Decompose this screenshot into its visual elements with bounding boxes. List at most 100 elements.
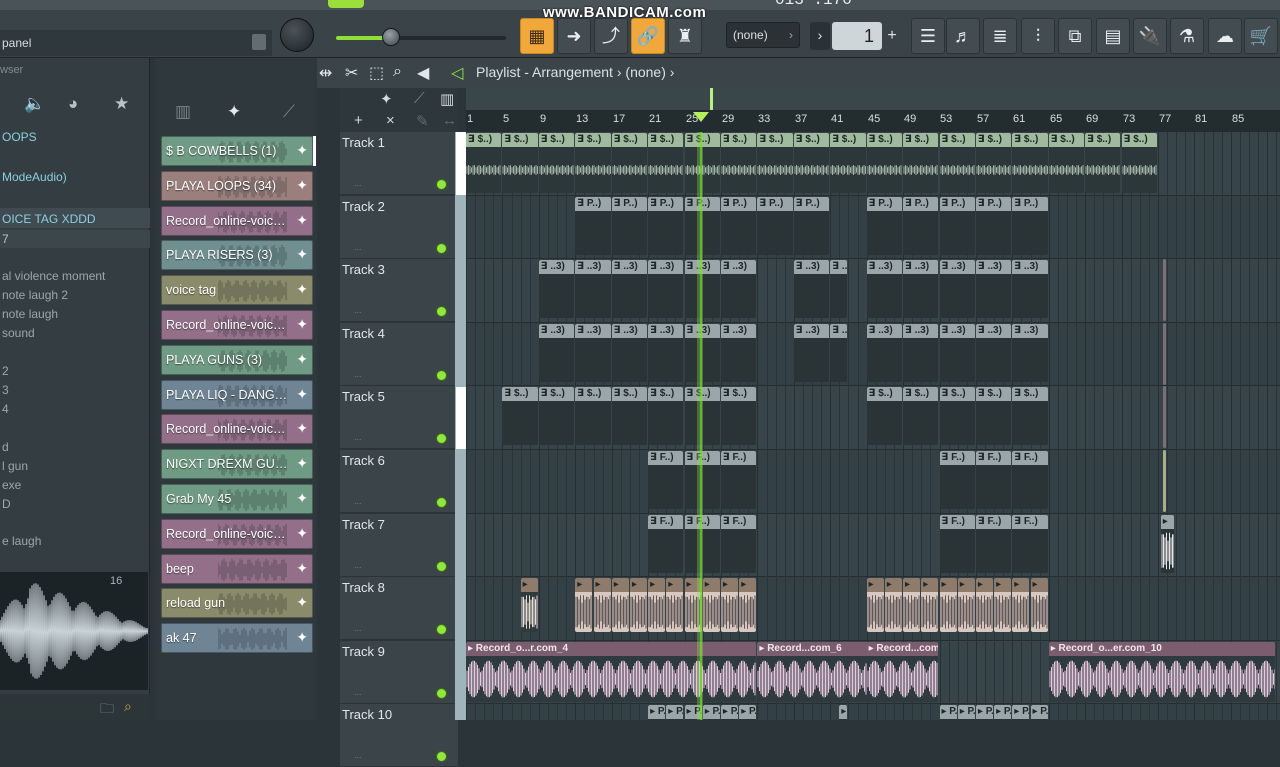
playlist-clip[interactable]: ▸ [575,578,593,633]
add-track-icon[interactable]: + [354,112,363,129]
playlist-clip[interactable]: ∃ $..) [757,133,793,193]
close-icon[interactable]: × [386,112,395,129]
playlist-clip[interactable]: ▸ Record...com_6 [866,641,939,702]
track-header[interactable]: Track 5... [340,386,458,449]
playlist-clip[interactable]: ▸ [939,578,957,633]
track-header[interactable]: Track 4... [340,323,458,386]
cart-icon[interactable]: 🛒 [1244,18,1278,54]
playlist-clip[interactable]: ∃ $..) [502,133,538,193]
playlist-clip[interactable] [1162,450,1166,512]
track-menu-dots[interactable]: ... [354,242,362,252]
track-menu-dots[interactable]: ... [354,305,362,315]
playlist-clip[interactable]: ∃ ..3) [830,260,848,319]
picker-clip-item[interactable]: voice tag ✦ [161,275,313,305]
project-icon[interactable]: ▤ [1096,18,1130,54]
track-header[interactable]: Track 3... [340,259,458,322]
browser-item[interactable]: d [2,440,9,454]
picker-clip-item[interactable]: PLAYA LOOPS (34) ✦ [161,171,313,201]
pattern-number-input[interactable]: 1 [832,22,882,50]
browser-item[interactable]: e laugh [2,534,41,548]
playlist-clip[interactable]: ∃ $..) [611,133,648,193]
playlist-clip[interactable]: ∃ P..) [975,196,1012,255]
playlist-clip[interactable]: ∃ F..) [975,451,1012,509]
browser-item[interactable]: 3 [2,383,9,397]
playlist-clip[interactable] [1162,322,1166,385]
playlist-clip[interactable]: ∃ $..) [720,133,757,193]
channel-rack-icon[interactable]: ≣ [983,18,1017,54]
song-mode-toggle[interactable] [328,0,364,8]
playlist-clip[interactable]: ∃ $..) [466,133,502,193]
playlist-clip[interactable]: ∃ ..3) [975,260,1012,319]
playlist-clip[interactable]: ▸ [975,578,994,633]
playlist-clip[interactable]: ▸ Record_o...r.com_4 [466,641,757,702]
track-mute-led[interactable] [436,624,447,635]
playlist-clip[interactable]: ∃ $..) [830,133,866,193]
playlist-clip[interactable]: ∃ $..) [903,387,939,446]
track-menu-dots[interactable]: ... [354,750,362,760]
track-header[interactable]: Track 2... [340,196,458,259]
resize-icon[interactable]: ↔ [442,112,457,129]
playlist-grid[interactable]: ∃ $..) ∃ $..) ∃ $..) ∃ $..) ∃ $..) ∃ $..) ∃ $.… [466,132,1280,720]
playlist-clip[interactable]: ∃ $..) [975,387,1012,446]
playlist-clip[interactable]: ▸ P..E [975,705,994,720]
speaker-icon[interactable]: 🔈 [24,94,45,114]
playlist-clip[interactable]: ∃ ..3) [903,260,939,319]
playlist-clip[interactable]: ∃ $..) [793,133,830,193]
browser-item[interactable]: 7 [2,232,9,246]
browser-item[interactable]: al violence moment [2,269,105,283]
wizard-icon[interactable]: ⚗ [1170,18,1204,54]
add-pattern-button[interactable]: + [883,22,901,50]
track-header[interactable]: Track 8... [340,577,458,640]
playlist-clip[interactable]: ▸ P..E [957,705,975,720]
playlist-clip[interactable]: ▸ [666,578,684,633]
track-header[interactable]: Track 1... [340,132,458,195]
playlist-clip[interactable]: ∃ ..3) [720,260,757,319]
mixer-icon[interactable]: ☰ [911,18,945,54]
browser-item[interactable]: 4 [2,402,9,416]
playlist-clip[interactable]: ▸ [611,578,629,633]
snap-icon[interactable]: ✦ [380,90,393,108]
playlist-clip[interactable]: ∃ P..) [866,196,902,255]
folder-icon[interactable]: 🗀 [100,698,114,722]
slice-tool-icon[interactable]: ✂ [345,63,358,83]
playlist-clip[interactable]: ∃ F..) [939,451,975,509]
browser-item[interactable]: note laugh [2,307,58,321]
track-mute-led[interactable] [436,751,447,762]
browser-item[interactable]: sound [2,326,35,340]
playlist-clip[interactable]: ∃ $..) [939,387,975,446]
playlist-clip[interactable]: ∃ P..) [611,196,648,255]
track-menu-dots[interactable]: ... [354,687,362,697]
master-pitch-knob[interactable] [280,18,314,52]
picker-clip-item[interactable]: NIGXT DREXM GUNSH... ✦ [161,449,313,479]
playlist-clip[interactable]: ∃ $..) [1121,133,1157,193]
playlist-clip[interactable]: ∃ ..3) [866,323,902,382]
playlist-clip[interactable]: ▸ P..E [939,705,957,720]
playlist-clip[interactable]: ∃ $..) [1012,133,1048,193]
playlist-clip[interactable]: ∃ ..3) [575,260,611,319]
track-header[interactable]: Track 6... [340,450,458,513]
track-menu-dots[interactable]: ... [354,369,362,379]
playlist-clip[interactable]: ∃ $..) [611,387,648,446]
playlist-clip[interactable]: ∃ ..3) [538,260,575,319]
playlist-clip[interactable]: ∃ F..) [975,514,1012,573]
playlist-clip[interactable]: ∃ $..) [1085,133,1121,193]
playlist-clip[interactable]: ∃ $..) [975,133,1012,193]
playlist-clip[interactable]: ∃ P..) [720,196,757,255]
playlist-clip[interactable]: ▸ P..E [1030,705,1048,720]
playlist-clip[interactable]: ▸ Record_o...er.com_10 [1048,641,1276,702]
playlist-clip[interactable]: ∃ $..) [648,133,684,193]
playlist-speaker-icon[interactable]: ◁ [451,63,463,83]
playlist-clip[interactable]: ▸ [903,578,921,633]
plugin-picker-icon[interactable]: ⧉ [1058,18,1092,54]
picker-clip-item[interactable]: PLAYA GUNS (3) ✦ [161,345,313,375]
playlist-clip[interactable]: ∃ ..3) [903,323,939,382]
pin-icon[interactable] [252,34,266,50]
playlist-clip[interactable]: ∃ ..3) [793,260,830,319]
browser-item[interactable]: exe [2,478,21,492]
playlist-clip[interactable]: ∃ $..) [538,133,575,193]
playlist-clip[interactable]: ▸ P..E [720,705,739,720]
playlist-clip[interactable]: ▸ P..E [839,705,848,720]
playlist-clip[interactable]: ∃ $..) [502,387,538,446]
select-tool-icon[interactable]: ⬚ [369,63,384,83]
playlist-clip[interactable]: ∃ F..) [648,451,684,509]
